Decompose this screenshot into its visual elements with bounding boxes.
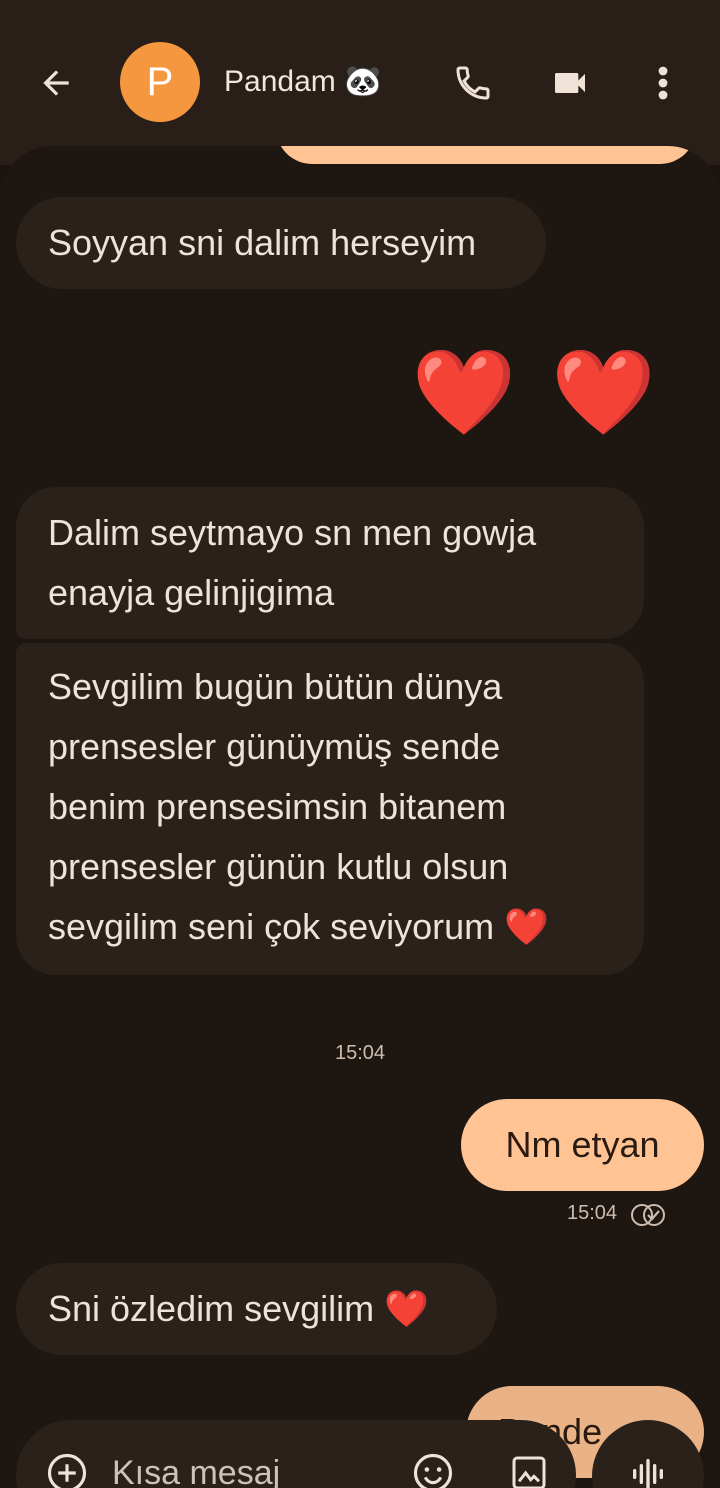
message-line: prensesler günüymüş sende <box>48 726 501 767</box>
outgoing-message-partial-top[interactable] <box>276 146 696 164</box>
message-text: Soyyan sni dalim herseyim <box>48 222 477 263</box>
message-timestamp: 15:04 <box>567 1202 618 1224</box>
message-input[interactable] <box>112 1450 312 1488</box>
outgoing-emoji-message[interactable]: ❤️ ❤️ <box>411 342 662 442</box>
incoming-message[interactable]: Sevgilim bugün bütün dünya prensesler gü… <box>16 643 644 975</box>
message-line: sevgilim seni çok seviyorum ❤️ <box>48 897 612 957</box>
message-text: Nm etyan <box>505 1124 660 1165</box>
image-icon <box>512 1456 546 1488</box>
message-composer <box>16 1420 576 1488</box>
gallery-button[interactable] <box>506 1450 552 1488</box>
incoming-message[interactable]: Dalim seytmayo sn men gowja enayja gelin… <box>16 487 644 639</box>
video-camera-icon <box>555 73 585 93</box>
call-button[interactable] <box>448 58 498 108</box>
time-divider: 15:04 <box>334 1042 386 1064</box>
outgoing-message[interactable]: Nm etyan <box>461 1099 704 1191</box>
conversation-screen: P Pandam 🐼 Soyyan sni dalim herseyim ❤️ … <box>0 0 720 1488</box>
back-button[interactable] <box>28 58 84 108</box>
message-line: Sevgilim bugün bütün dünya <box>48 666 503 707</box>
more-vert-icon <box>658 66 668 100</box>
more-options-button[interactable] <box>640 58 686 108</box>
heart-emoji: ❤️ <box>384 1288 429 1329</box>
app-header: P Pandam 🐼 <box>0 0 720 165</box>
message-text: Dalim seytmayo sn men gowja enayja gelin… <box>48 512 537 613</box>
avatar-letter: P <box>146 59 174 104</box>
video-call-button[interactable] <box>543 58 597 108</box>
avatar[interactable]: P <box>120 42 200 122</box>
message-line: benim prensesimsin bitanem <box>48 786 507 827</box>
incoming-message[interactable]: Soyyan sni dalim herseyim <box>16 197 546 289</box>
add-circle-icon <box>47 1453 87 1488</box>
incoming-message[interactable]: Sni özledim sevgilim ❤️ <box>16 1263 497 1355</box>
message-line-text: sevgilim seni çok seviyorum <box>48 906 495 947</box>
message-list[interactable]: Soyyan sni dalim herseyim ❤️ ❤️ Dalim se… <box>0 146 720 1488</box>
emoji-button[interactable] <box>410 1450 456 1488</box>
voice-icon <box>633 1459 663 1488</box>
emoji-icon <box>413 1453 453 1488</box>
add-attachment-button[interactable] <box>44 1450 90 1488</box>
phone-icon <box>456 66 490 100</box>
contact-name[interactable]: Pandam 🐼 <box>224 64 381 99</box>
delivered-check-icon <box>631 1204 665 1226</box>
message-text: Sni özledim sevgilim <box>48 1288 375 1329</box>
back-arrow-icon <box>43 70 69 96</box>
heart-emoji: ❤️ <box>504 906 549 947</box>
message-line: prensesler günün kutlu olsun <box>48 846 509 887</box>
